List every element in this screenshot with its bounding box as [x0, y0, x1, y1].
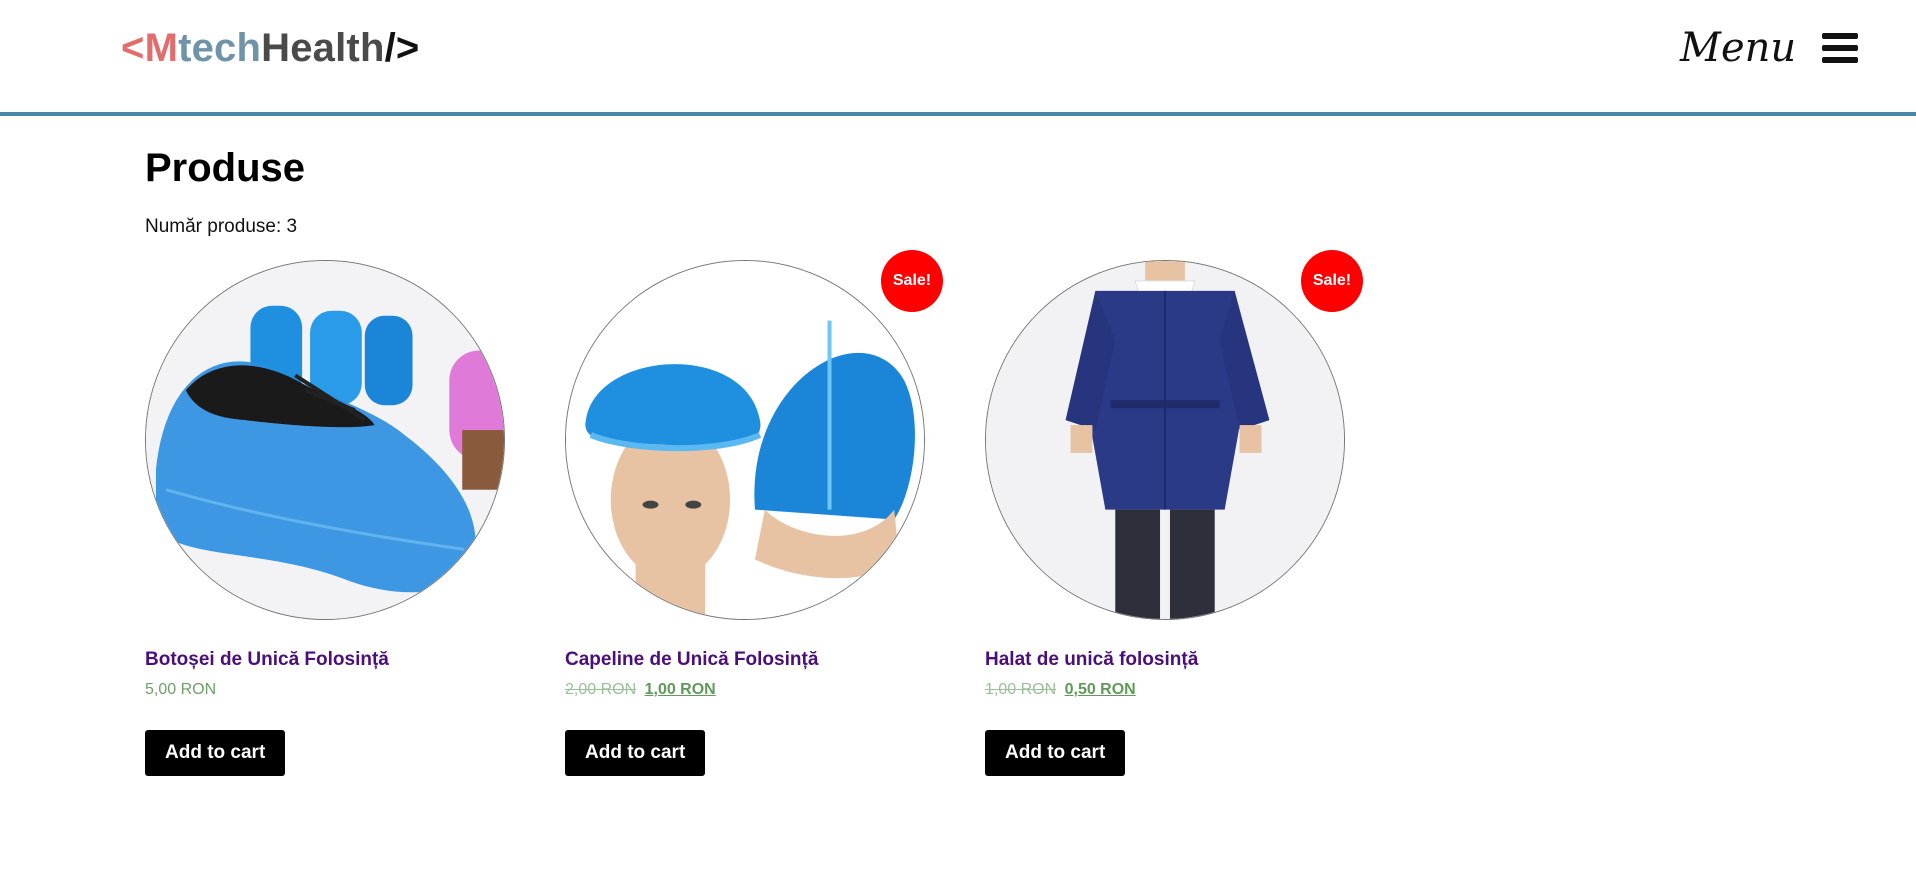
- old-price: 1,00 RON: [985, 681, 1057, 698]
- menu-label: Menu: [1680, 25, 1797, 71]
- old-price: 2,00 RON: [565, 681, 637, 698]
- sale-price: 0,50 RON: [1064, 681, 1136, 698]
- hamburger-icon: [1822, 33, 1859, 63]
- product-price: 2,00 RON 1,00 RON: [565, 680, 935, 700]
- regular-price: 5,00 RON: [145, 681, 217, 698]
- product-price: 5,00 RON: [145, 680, 515, 700]
- gown-image: [986, 261, 1344, 619]
- product-title[interactable]: Halat de unică folosință: [985, 648, 1355, 672]
- hair-caps-image: [566, 261, 924, 619]
- logo-lt: <: [121, 26, 145, 70]
- site-header: <MtechHealth/> Menu: [0, 0, 1916, 116]
- logo-end: />: [384, 26, 420, 70]
- main-content: Produse Număr produse: 3 Botoșei de Unic…: [145, 140, 1545, 776]
- add-to-cart-button[interactable]: Add to cart: [985, 730, 1126, 776]
- sale-badge: Sale!: [881, 250, 943, 312]
- logo-tech: tech: [178, 26, 262, 70]
- product-title[interactable]: Botoșei de Unică Folosință: [145, 648, 515, 672]
- add-to-cart-button[interactable]: Add to cart: [565, 730, 706, 776]
- product-card: Sale! Capeline de Unică Folosință 2,00 R…: [565, 250, 943, 776]
- page-title: Produse: [145, 146, 306, 190]
- product-image-hair-caps[interactable]: [565, 260, 925, 620]
- shoe-covers-image: [146, 261, 504, 619]
- sale-badge: Sale!: [1301, 250, 1363, 312]
- product-card: Botoșei de Unică Folosință 5,00 RON Add …: [145, 260, 515, 776]
- product-title[interactable]: Capeline de Unică Folosință: [565, 648, 935, 672]
- site-logo[interactable]: <MtechHealth/>: [121, 24, 419, 72]
- product-image-gown[interactable]: [985, 260, 1345, 620]
- logo-health: Health: [261, 26, 385, 70]
- add-to-cart-button[interactable]: Add to cart: [145, 730, 286, 776]
- product-price: 1,00 RON 0,50 RON: [985, 680, 1355, 700]
- product-image-shoe-covers[interactable]: [145, 260, 505, 620]
- sale-price: 1,00 RON: [644, 681, 716, 698]
- result-count: Număr produse: 3: [145, 216, 298, 237]
- product-grid: Botoșei de Unică Folosință 5,00 RON Add …: [145, 250, 1445, 800]
- product-card: Sale! Halat de unică folosință 1,00 RON …: [985, 250, 1363, 776]
- menu-toggle-button[interactable]: Menu: [1680, 24, 1859, 72]
- logo-m: M: [144, 26, 179, 70]
